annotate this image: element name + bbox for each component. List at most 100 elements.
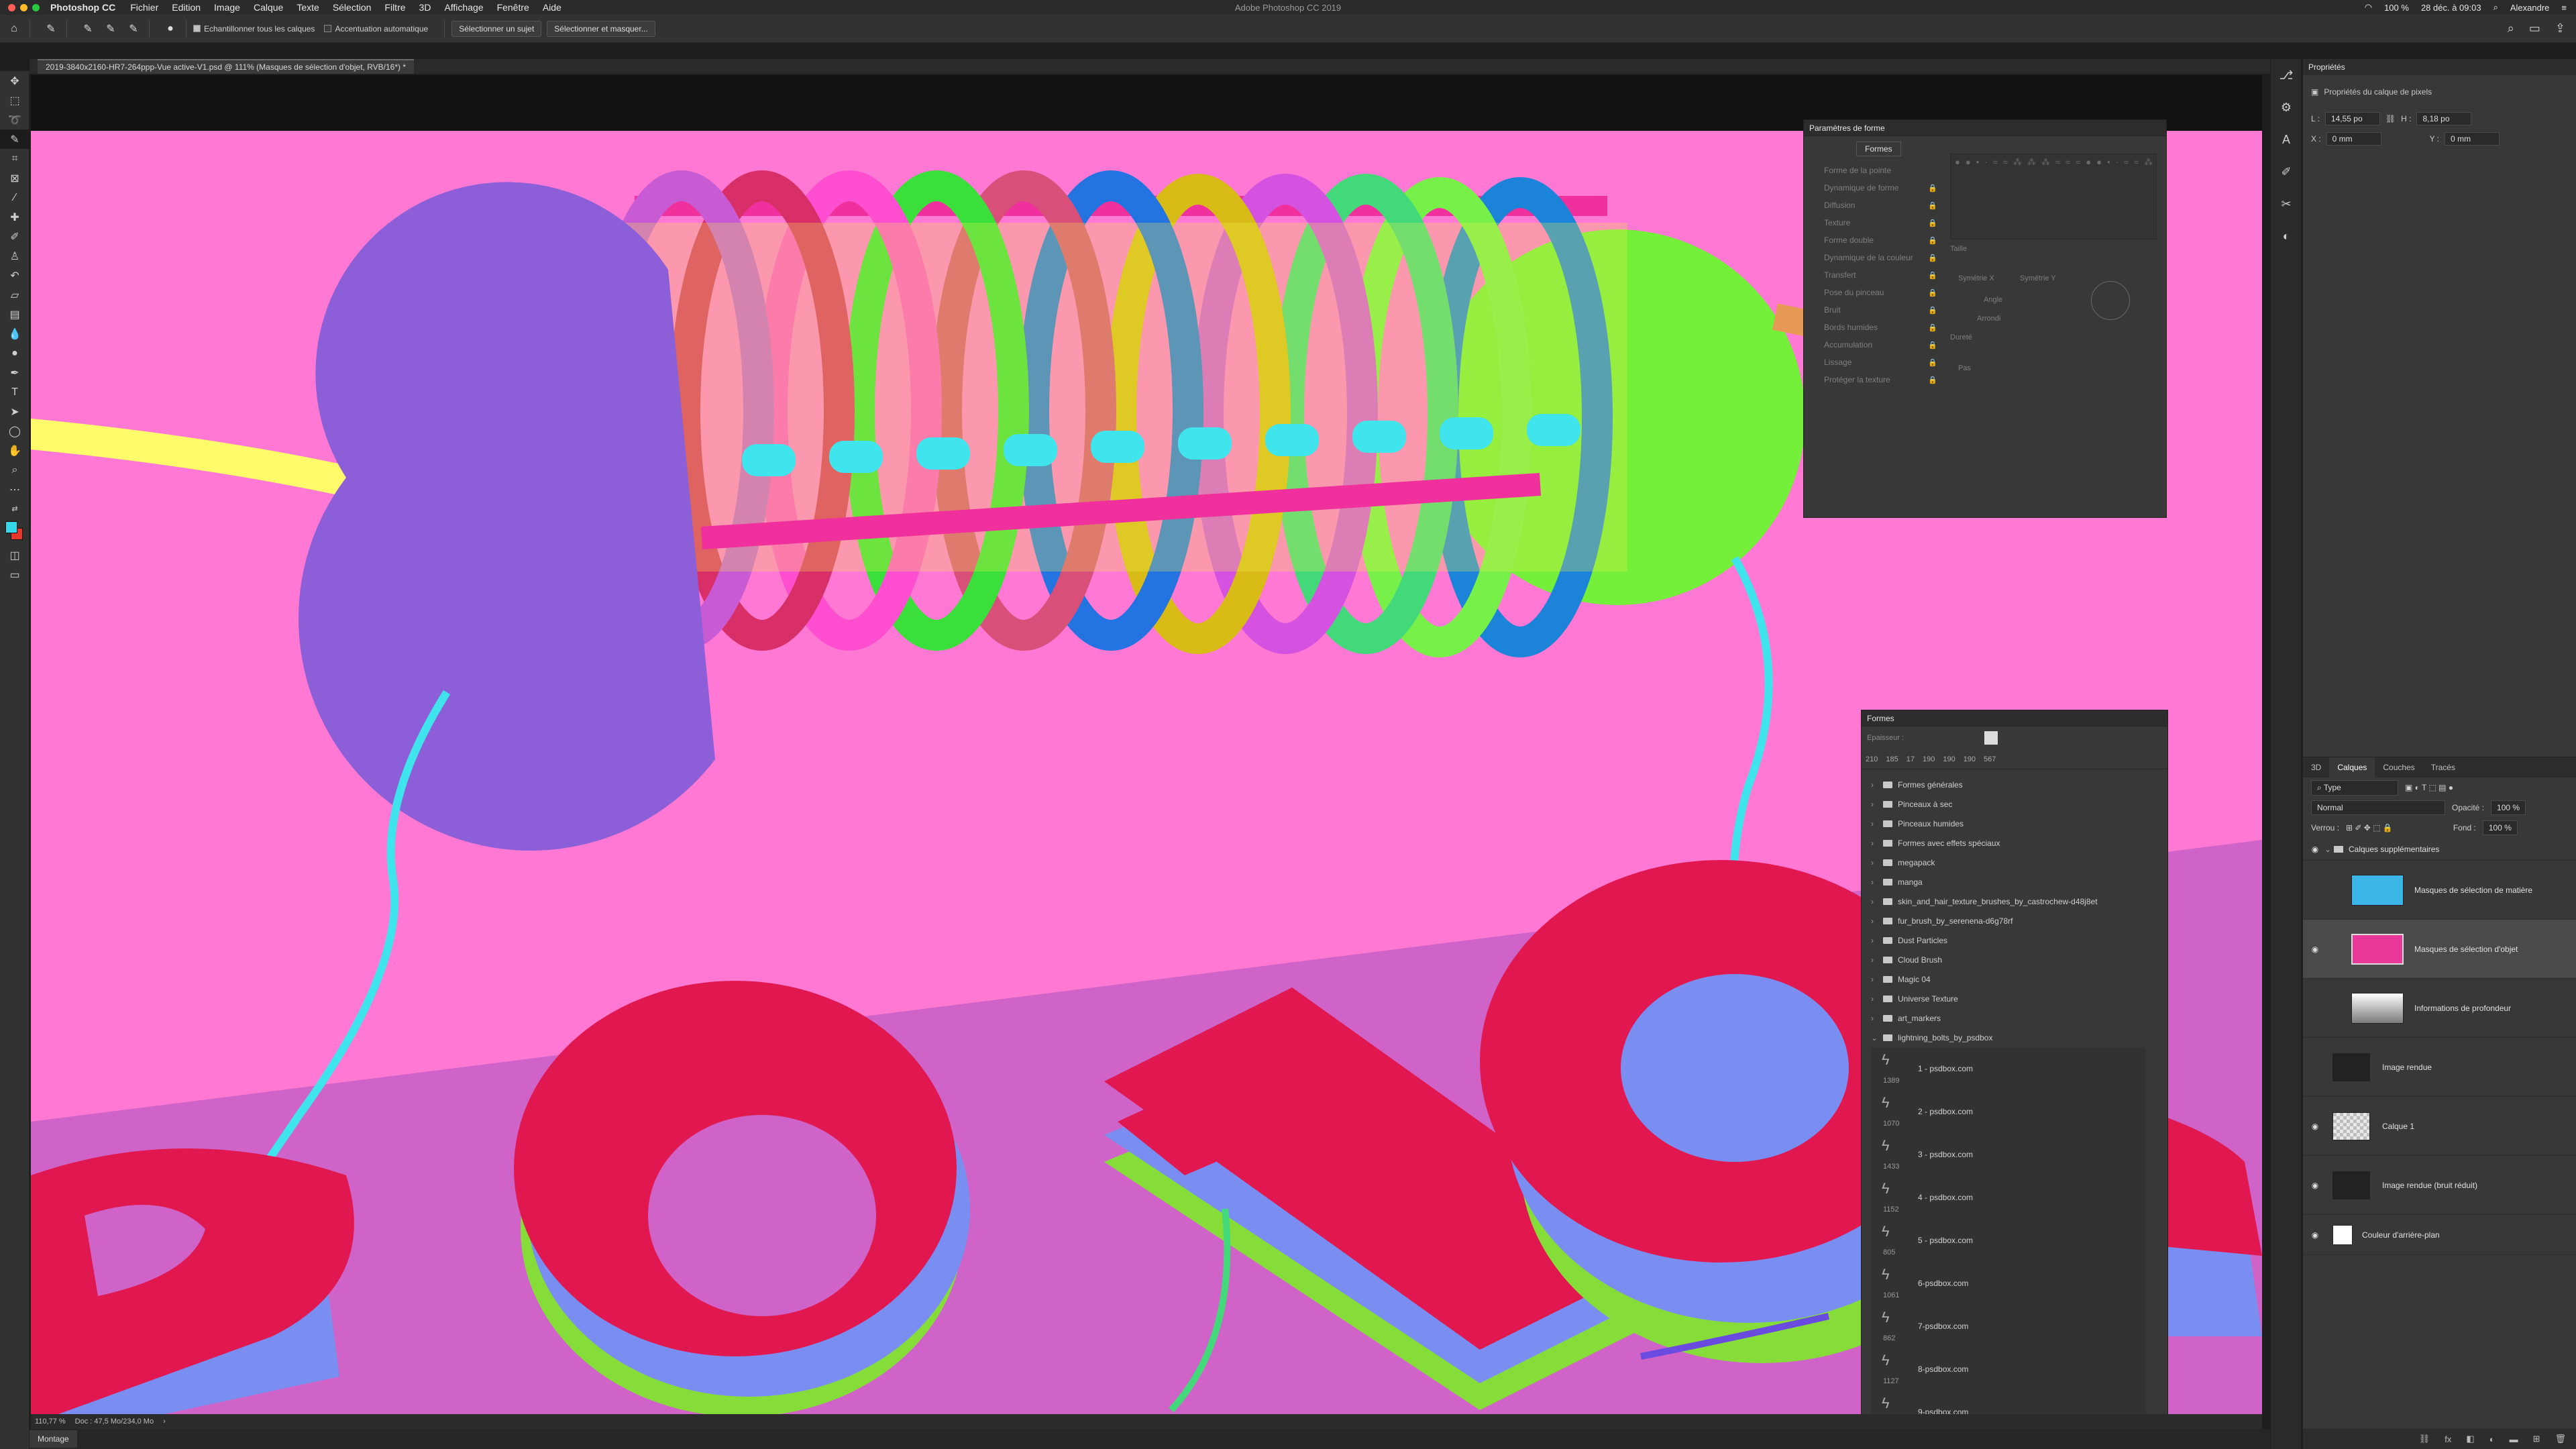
- menu-image[interactable]: Image: [214, 2, 240, 13]
- fill-field[interactable]: 100 %: [2482, 820, 2518, 835]
- layer-row-selected[interactable]: ◉ Masques de sélection d'objet: [2303, 920, 2576, 979]
- chevron-right-icon[interactable]: ›: [1871, 877, 1878, 887]
- checkbox-box[interactable]: [324, 25, 332, 32]
- lock-icon[interactable]: 🔒: [1928, 184, 1937, 193]
- layer-style-icon[interactable]: fx: [2445, 1434, 2451, 1444]
- menu-3d[interactable]: 3D: [419, 2, 431, 13]
- link-layers-icon[interactable]: ⛓: [2419, 1434, 2430, 1444]
- sample-all-layers-checkbox[interactable]: Echantillonner tous les calques: [193, 24, 315, 34]
- menu-edition[interactable]: Edition: [172, 2, 201, 13]
- history-icon[interactable]: ⎇: [2271, 59, 2302, 91]
- brush-item[interactable]: ϟ 805 5 - psdbox.com: [1871, 1219, 2146, 1262]
- eraser-tool-icon[interactable]: ▱: [0, 285, 30, 305]
- tools-preset-icon[interactable]: ✂: [2271, 188, 2302, 220]
- brush-setting-item[interactable]: Accumulation 🔒: [1804, 336, 1938, 354]
- screen-mode-icon[interactable]: ▭: [0, 565, 30, 584]
- chevron-right-icon[interactable]: ›: [1871, 975, 1878, 984]
- select-subject-button[interactable]: Sélectionner un sujet: [451, 20, 542, 37]
- close-window-button[interactable]: [8, 3, 15, 11]
- brush-folder[interactable]: › skin_and_hair_texture_brushes_by_castro…: [1862, 892, 2167, 911]
- chevron-down-icon[interactable]: ⌄: [2324, 845, 2331, 854]
- eye-icon[interactable]: ◉: [2310, 845, 2320, 854]
- brush-item[interactable]: ϟ 1127 8-psdbox.com: [1871, 1348, 2146, 1391]
- subtract-from-selection-icon[interactable]: ✎: [125, 20, 142, 38]
- spotlight-icon[interactable]: ⌕: [2493, 2, 2498, 13]
- recent-brush[interactable]: 190: [1964, 755, 1976, 763]
- dodge-tool-icon[interactable]: ●: [0, 343, 30, 363]
- chevron-right-icon[interactable]: ›: [1871, 858, 1878, 867]
- layer-row[interactable]: Informations de profondeur: [2303, 979, 2576, 1038]
- layer-row[interactable]: ◉ Calque 1: [2303, 1097, 2576, 1156]
- lock-icon[interactable]: 🔒: [1928, 288, 1937, 297]
- battery-level[interactable]: 100 %: [2384, 3, 2409, 13]
- history-brush-icon[interactable]: ↶: [0, 266, 30, 285]
- formes-tab-button[interactable]: Formes: [1856, 142, 1901, 156]
- lasso-tool-icon[interactable]: ➰: [0, 110, 30, 129]
- foreground-color-swatch[interactable]: [5, 521, 17, 533]
- swap-colors-icon[interactable]: ⇄: [0, 499, 30, 519]
- layer-row[interactable]: ◉ Couleur d'arrière-plan: [2303, 1215, 2576, 1255]
- eye-icon[interactable]: ◉: [2310, 1122, 2320, 1131]
- eye-icon[interactable]: ◉: [2310, 1230, 2320, 1240]
- lock-icon[interactable]: 🔒: [1928, 219, 1937, 227]
- marquee-tool-icon[interactable]: ⬚: [0, 91, 30, 110]
- brush-setting-item[interactable]: Dynamique de forme 🔒: [1804, 179, 1938, 197]
- recent-brush[interactable]: 190: [1923, 755, 1935, 763]
- chevron-right-icon[interactable]: ›: [1871, 936, 1878, 945]
- lock-icon[interactable]: 🔒: [1928, 358, 1937, 367]
- zoom-tool-icon[interactable]: ⌕: [0, 460, 30, 480]
- brush-tool-icon[interactable]: ✐: [0, 227, 30, 246]
- layer-filter-select[interactable]: ⌕ Type: [2311, 780, 2398, 796]
- recent-brush[interactable]: 210: [1866, 755, 1878, 763]
- add-mask-icon[interactable]: ◧: [2466, 1434, 2474, 1444]
- brush-setting-item[interactable]: Dynamique de la couleur 🔒: [1804, 249, 1938, 266]
- brush-item[interactable]: ϟ 1070 2 - psdbox.com: [1871, 1090, 2146, 1133]
- tab-3d[interactable]: 3D: [2303, 763, 2329, 772]
- chevron-right-icon[interactable]: ›: [1871, 955, 1878, 965]
- eye-icon[interactable]: ◉: [2310, 945, 2320, 954]
- link-icon[interactable]: ⛓: [2385, 114, 2396, 123]
- y-field[interactable]: 0 mm: [2445, 132, 2500, 146]
- quick-mask-icon[interactable]: ◫: [0, 545, 30, 565]
- brush-panel-icon[interactable]: ✐: [2271, 156, 2302, 188]
- brush-setting-item[interactable]: Texture 🔒: [1804, 214, 1938, 231]
- menu-affichage[interactable]: Affichage: [444, 2, 483, 13]
- brush-tip-grid[interactable]: ●●•·≈≈⁂⁂⁂≈≈≈●●•·≈≈⁂⁂⁂≈≈≈●●•·≈≈⁂⁂⁂≈≈≈●●•·…: [1950, 154, 2157, 239]
- x-field[interactable]: 0 mm: [2326, 132, 2381, 146]
- brush-setting-item[interactable]: Transfert 🔒: [1804, 266, 1938, 284]
- new-brush-icon[interactable]: [1984, 731, 1998, 745]
- stamp-tool-icon[interactable]: ♙: [0, 246, 30, 266]
- brush-item[interactable]: ϟ 862 7-psdbox.com: [1871, 1305, 2146, 1348]
- character-icon[interactable]: A: [2271, 123, 2302, 156]
- eye-icon[interactable]: ◉: [2310, 1181, 2320, 1190]
- brush-item[interactable]: ϟ 9-psdbox.com: [1871, 1391, 2146, 1417]
- brush-folder[interactable]: › Magic 04: [1862, 969, 2167, 989]
- chevron-right-icon[interactable]: ›: [1871, 916, 1878, 926]
- clock[interactable]: 28 déc. à 09:03: [2421, 3, 2481, 13]
- brush-setting-item[interactable]: Bruit 🔒: [1804, 301, 1938, 319]
- new-layer-icon[interactable]: ⊞: [2533, 1434, 2540, 1444]
- lock-icon[interactable]: 🔒: [1928, 254, 1937, 262]
- lock-icon[interactable]: 🔒: [1928, 236, 1937, 245]
- canvas-area[interactable]: Paramètres de forme Formes Forme de la p…: [31, 75, 2262, 1417]
- brush-folder[interactable]: › megapack: [1862, 853, 2167, 872]
- brush-folder[interactable]: › Dust Particles: [1862, 930, 2167, 950]
- zoom-window-button[interactable]: [32, 3, 40, 11]
- adjust-icon[interactable]: ⚙: [2271, 91, 2302, 123]
- brush-setting-item[interactable]: Forme double 🔒: [1804, 231, 1938, 249]
- chevron-right-icon[interactable]: ›: [1871, 819, 1878, 828]
- layer-row[interactable]: Image rendue: [2303, 1038, 2576, 1097]
- brush-folder[interactable]: › manga: [1862, 872, 2167, 892]
- brush-setting-item[interactable]: Pose du pinceau 🔒: [1804, 284, 1938, 301]
- blur-tool-icon[interactable]: 💧: [0, 324, 30, 343]
- healing-tool-icon[interactable]: ✚: [0, 207, 30, 227]
- wifi-icon[interactable]: ◠: [2365, 2, 2372, 13]
- layer-row[interactable]: Masques de sélection de matière: [2303, 861, 2576, 920]
- brush-item[interactable]: ϟ 1433 3 - psdbox.com: [1871, 1133, 2146, 1176]
- brush-folder[interactable]: › art_markers: [1862, 1008, 2167, 1028]
- recent-brush[interactable]: 190: [1943, 755, 1955, 763]
- lock-icon[interactable]: 🔒: [1928, 271, 1937, 280]
- recent-brush[interactable]: 567: [1984, 755, 1996, 763]
- path-selection-icon[interactable]: ➤: [0, 402, 30, 421]
- brush-angle-preview[interactable]: [2091, 281, 2130, 320]
